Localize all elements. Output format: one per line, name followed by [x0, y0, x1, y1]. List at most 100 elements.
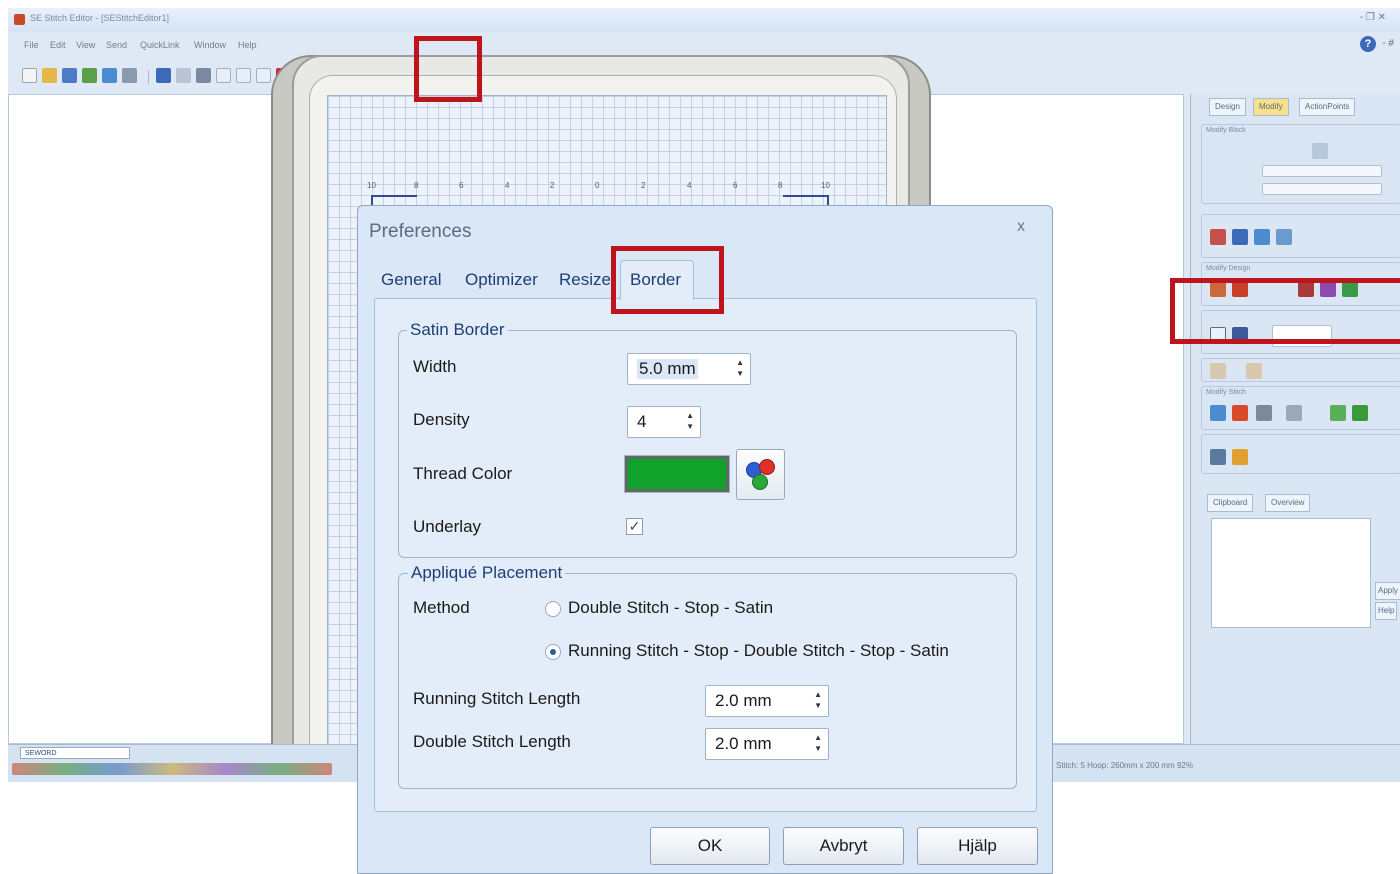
menu-help[interactable]: Help: [238, 40, 257, 50]
close-icon[interactable]: x: [1017, 218, 1025, 236]
apply-button[interactable]: Apply: [1375, 582, 1400, 600]
tab-panel: Satin Border Width 5.0 mm ▲ ▼ Density 4 ▲…: [374, 298, 1037, 812]
stitch-tool-icon[interactable]: [1232, 405, 1248, 421]
ruler-label: 10: [821, 181, 830, 190]
ruler-label: 0: [595, 181, 600, 190]
color-picker-button[interactable]: [736, 449, 785, 500]
stitch-tool-icon[interactable]: [1352, 405, 1368, 421]
thread-color-label: Thread Color: [413, 464, 513, 483]
side-tab-modify[interactable]: Modify: [1253, 98, 1289, 116]
angle-icon[interactable]: [1312, 143, 1328, 159]
running-stitch-length-label: Running Stitch Length: [413, 689, 581, 708]
app-logo-icon: [14, 14, 25, 25]
method-radio-double[interactable]: [545, 601, 561, 617]
find-icon[interactable]: [1246, 363, 1262, 379]
modify-block-group: Modify Block: [1201, 124, 1400, 204]
method-label: Method: [413, 598, 470, 617]
double-stitch-length-value[interactable]: 2.0 mm: [715, 734, 772, 754]
dialog-title: Preferences: [369, 221, 472, 242]
underlay-label: Underlay: [413, 517, 482, 536]
help-button[interactable]: Hjälp: [917, 827, 1038, 865]
save-icon[interactable]: [62, 68, 77, 83]
window-controls[interactable]: - ❐ ✕: [1360, 12, 1386, 23]
method-option-running[interactable]: Running Stitch - Stop - Double Stitch - …: [568, 641, 949, 661]
height-field[interactable]: [1262, 165, 1382, 177]
double-stitch-length-spinner[interactable]: 2.0 mm ▲ ▼: [705, 728, 829, 760]
menu-send[interactable]: Send: [106, 40, 127, 50]
window-title: SE Stitch Editor - [SEStitchEditor1]: [30, 13, 170, 23]
menu-file[interactable]: File: [24, 40, 39, 50]
applique-placement-legend: Appliqué Placement: [408, 563, 566, 583]
thread-color-swatch[interactable]: [624, 455, 730, 493]
ruler-label: 8: [778, 181, 783, 190]
help-button[interactable]: Help: [1375, 602, 1398, 620]
title-bar: SE Stitch Editor - [SEStitchEditor1] - ❐…: [8, 8, 1400, 32]
ruler-label: 2: [550, 181, 555, 190]
open-folder-icon[interactable]: [42, 68, 57, 83]
highlight-border-tab: [611, 246, 724, 314]
duplicate-icon[interactable]: [256, 68, 271, 83]
cancel-button[interactable]: Avbryt: [783, 827, 904, 865]
menu-window[interactable]: Window: [194, 40, 226, 50]
mirror-icon[interactable]: [1232, 229, 1248, 245]
document-tab[interactable]: SEWORD: [20, 747, 130, 759]
spinner-arrows-icon[interactable]: ▲ ▼: [814, 689, 822, 711]
side-panel: Design Modify ActionPoints Modify Block …: [1190, 94, 1400, 744]
help-dropdown-icon[interactable]: - #: [1382, 38, 1394, 49]
find-icon[interactable]: [1210, 363, 1226, 379]
tab-general[interactable]: General: [381, 270, 441, 290]
stitch-tool-icon[interactable]: [1210, 405, 1226, 421]
spinner-arrows-icon[interactable]: ▲ ▼: [736, 357, 744, 379]
modify-tools-group: [1201, 214, 1400, 258]
clipboard-tab[interactable]: Clipboard: [1207, 494, 1254, 512]
running-stitch-length-value[interactable]: 2.0 mm: [715, 691, 772, 711]
spinner-arrows-icon[interactable]: ▲ ▼: [686, 410, 694, 432]
modify-stitch-group: Modify Stitch: [1201, 386, 1400, 430]
clipboard-area[interactable]: [1211, 518, 1371, 628]
side-tab-design[interactable]: Design: [1209, 98, 1246, 116]
width-value[interactable]: 5.0 mm: [637, 359, 698, 379]
undo-icon[interactable]: [156, 68, 171, 83]
menu-edit[interactable]: Edit: [50, 40, 66, 50]
underlay-checkbox[interactable]: ✓: [626, 518, 643, 535]
import-icon[interactable]: [82, 68, 97, 83]
method-option-double[interactable]: Double Stitch - Stop - Satin: [568, 598, 773, 618]
ruler-label: 6: [733, 181, 738, 190]
rotate-icon[interactable]: [1210, 229, 1226, 245]
running-stitch-length-spinner[interactable]: 2.0 mm ▲ ▼: [705, 685, 829, 717]
density-label: Density: [413, 410, 470, 429]
ruler-label: 6: [459, 181, 464, 190]
width-spinner[interactable]: 5.0 mm ▲ ▼: [627, 353, 751, 385]
thread-color-strip[interactable]: [12, 763, 332, 775]
copy-icon[interactable]: [216, 68, 231, 83]
spinner-arrows-icon[interactable]: ▲ ▼: [814, 732, 822, 754]
tab-resize[interactable]: Resize: [559, 270, 611, 290]
width-field[interactable]: [1262, 183, 1382, 195]
menu-view[interactable]: View: [76, 40, 95, 50]
cut-icon[interactable]: [196, 68, 211, 83]
tab-optimizer[interactable]: Optimizer: [465, 270, 538, 290]
ok-button[interactable]: OK: [650, 827, 770, 865]
color-tool-icon[interactable]: [1210, 449, 1226, 465]
stitch-tool-icon[interactable]: [1256, 405, 1272, 421]
flip-icon[interactable]: [1254, 229, 1270, 245]
color-tool-icon[interactable]: [1232, 449, 1248, 465]
density-value[interactable]: 4: [637, 412, 646, 432]
method-radio-running[interactable]: [545, 644, 561, 660]
menu-quicklink[interactable]: QuickLink: [140, 40, 180, 50]
paste-icon[interactable]: [236, 68, 251, 83]
print-icon[interactable]: [122, 68, 137, 83]
color-wheel-icon: [759, 459, 775, 475]
align-icon[interactable]: [1276, 229, 1292, 245]
stitch-tool-icon[interactable]: [1286, 405, 1302, 421]
export-icon[interactable]: [102, 68, 117, 83]
redo-icon[interactable]: [176, 68, 191, 83]
ruler-label: 8: [414, 181, 419, 190]
side-tab-actionpoints[interactable]: ActionPoints: [1299, 98, 1356, 116]
stitch-tool-icon[interactable]: [1330, 405, 1346, 421]
new-file-icon[interactable]: [22, 68, 37, 83]
overview-tab[interactable]: Overview: [1265, 494, 1311, 512]
ruler-label: 10: [367, 181, 376, 190]
help-icon[interactable]: ?: [1360, 36, 1376, 52]
density-spinner[interactable]: 4 ▲ ▼: [627, 406, 701, 438]
